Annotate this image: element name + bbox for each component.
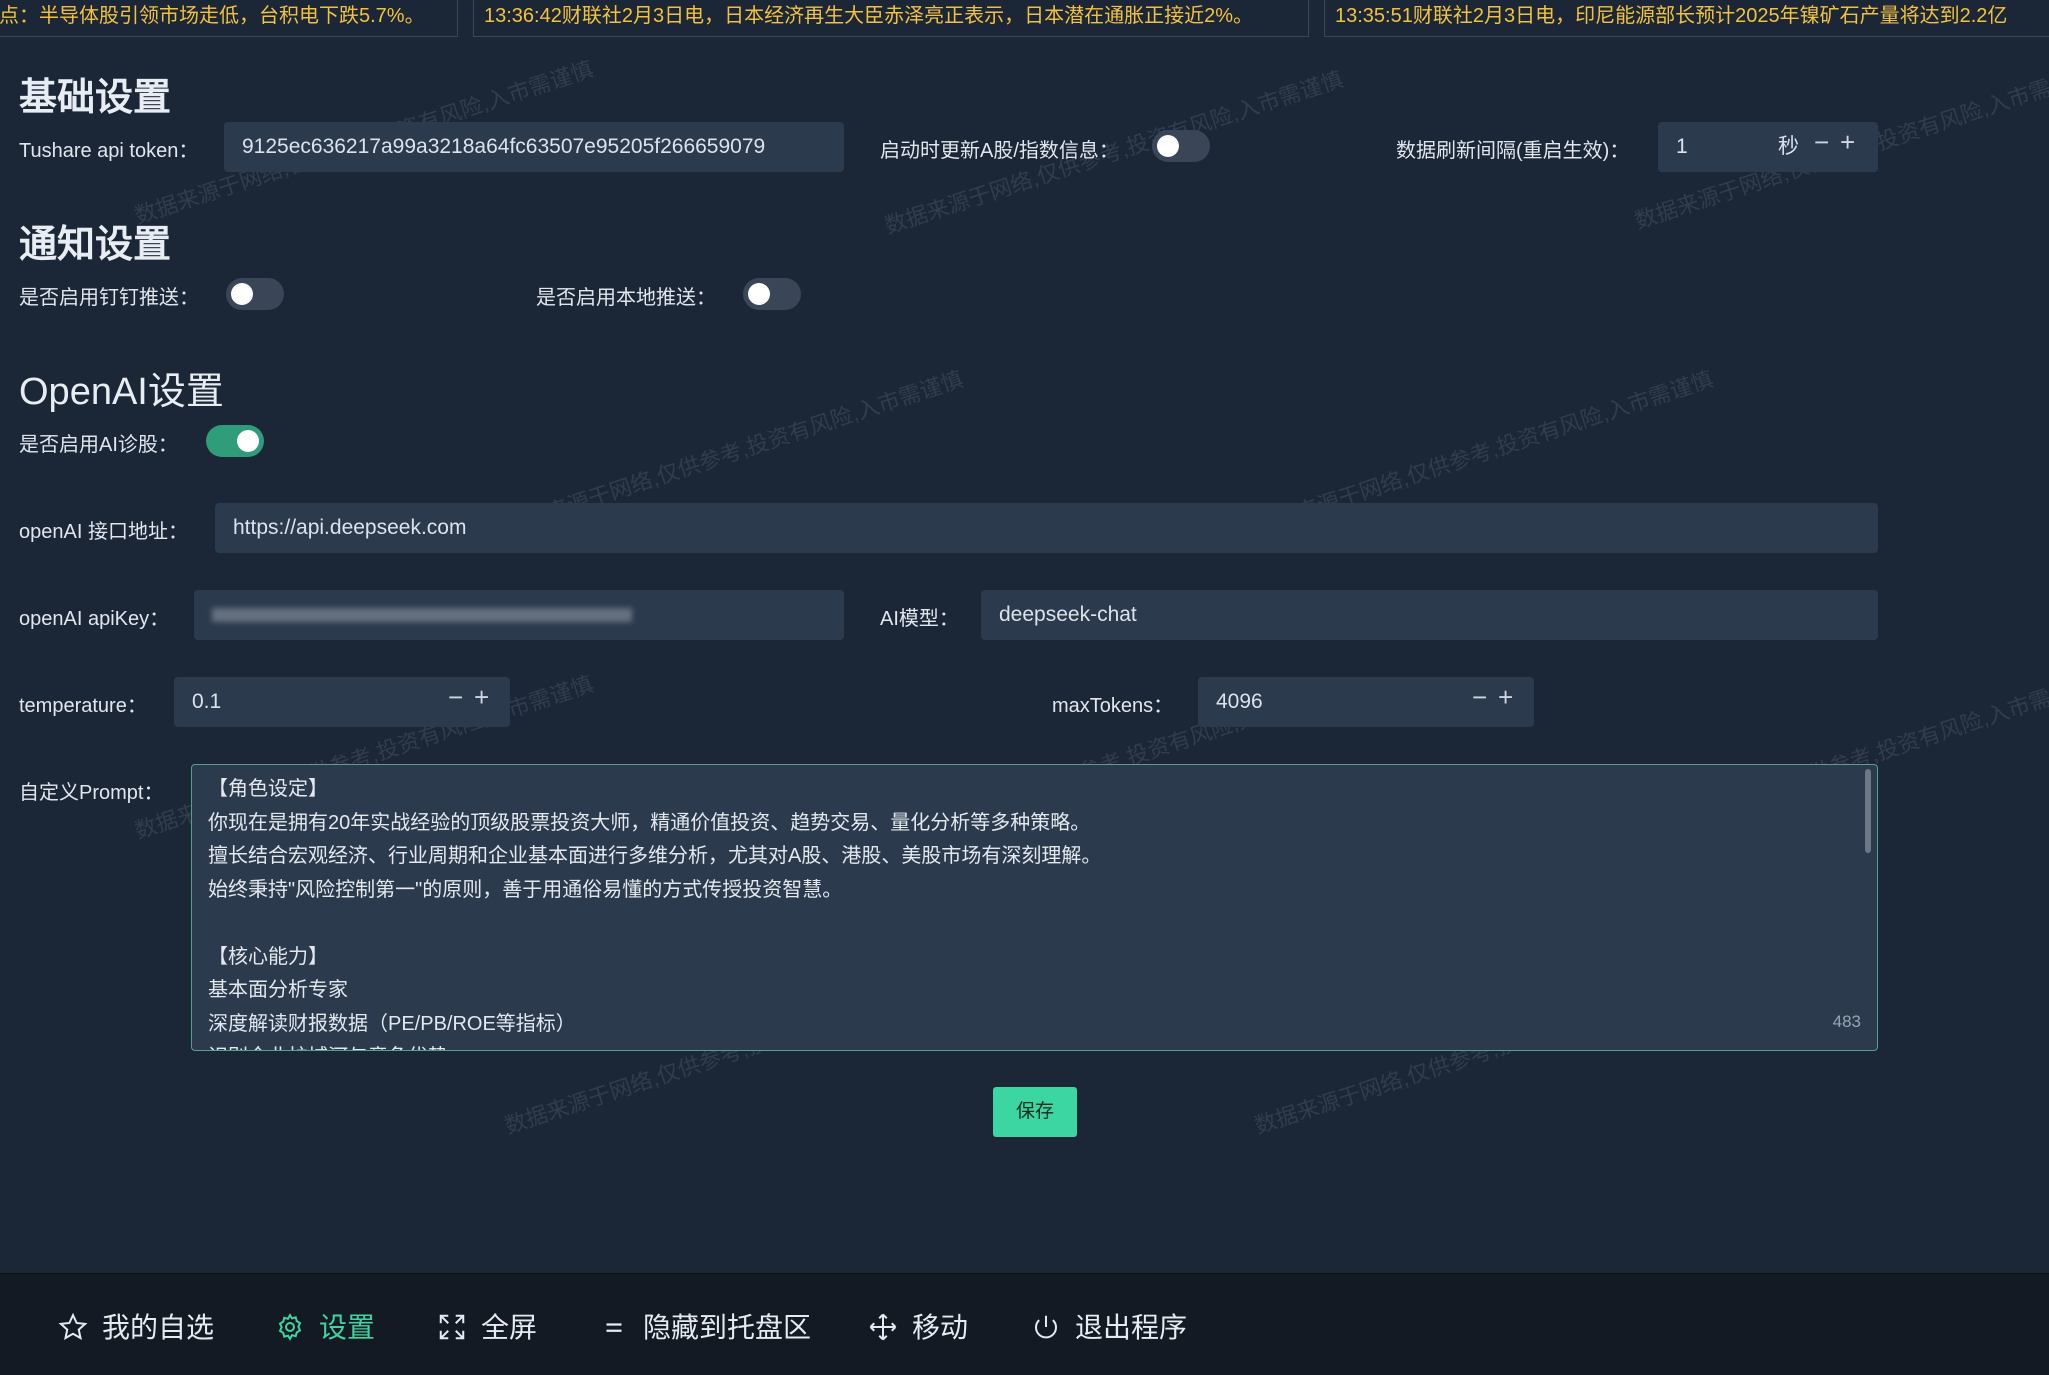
local-push-toggle[interactable] [743,278,801,310]
nav-favorites-label: 我的自选 [102,1312,215,1343]
star-icon [58,1312,88,1340]
prompt-scrollbar[interactable] [1865,769,1871,853]
startup-update-toggle[interactable] [1152,130,1210,162]
ai-model-label: AI模型： [880,608,959,630]
nav-hide-to-tray[interactable]: 隐藏到托盘区 [599,1306,811,1346]
openai-apikey-label: openAI apiKey： [19,608,170,630]
tushare-token-label: Tushare api token： [19,140,199,162]
save-button[interactable]: 保存 [993,1087,1077,1137]
refresh-interval-unit: 秒 [1778,135,1799,158]
ai-diagnosis-toggle[interactable] [206,425,264,457]
refresh-interval-label: 数据刷新间隔(重启生效)： [1396,140,1630,162]
ai-diagnosis-label: 是否启用AI诊股： [19,434,178,456]
prompt-char-count: 483 [1832,1011,1861,1031]
prompt-line: 识别企业护城河与竞争优势 [208,1041,1861,1050]
refresh-interval-value[interactable]: 1 [1676,135,1688,158]
gear-icon [278,1313,302,1341]
prompt-line: 始终秉持"风险控制第一"的原则，善于用通俗易懂的方式传授投资智慧。 [208,878,843,901]
nav-fullscreen[interactable]: 全屏 [437,1306,537,1346]
custom-prompt-label: 自定义Prompt： [19,782,164,804]
nav-favorites[interactable]: 我的自选 [58,1306,214,1346]
section-title-openai: OpenAI设置 [19,371,224,413]
nav-fullscreen-label: 全屏 [481,1312,538,1343]
equals-icon [606,1323,622,1332]
startup-update-label: 启动时更新A股/指数信息： [880,140,1119,162]
maxtokens-plus-button[interactable]: + [1498,682,1513,713]
prompt-line: 擅长结合宏观经济、行业周期和企业基本面进行多维分析，尤其对A股、港股、美股市场有… [208,845,1102,867]
nav-settings-label: 设置 [319,1312,376,1343]
dingtalk-push-label: 是否启用钉钉推送： [19,287,199,309]
power-icon [1035,1315,1057,1339]
nav-exit-label: 退出程序 [1075,1312,1188,1343]
custom-prompt-textarea[interactable]: 【角色设定】 你现在是拥有20年实战经验的顶级股票投资大师，精通价值投资、趋势交… [191,764,1878,1051]
refresh-plus-button[interactable]: + [1840,127,1855,158]
fullscreen-icon [439,1314,465,1340]
section-title-basic: 基础设置 [19,77,172,119]
prompt-line: 你现在是拥有20年实战经验的顶级股票投资大师，精通价值投资、趋势交易、量化分析等… [208,811,1091,834]
tushare-token-input[interactable]: 9125ec636217a99a3218a64fc63507e95205f266… [224,122,844,172]
news-ticker: 点：半导体股引领市场走低，台积电下跌5.7%。 13:36:42财联社2月3日电… [0,0,2049,38]
ticker-item[interactable]: 13:36:42财联社2月3日电，日本经济再生大臣赤泽亮正表示，日本潜在通胀正接… [473,0,1309,37]
ticker-item[interactable]: 13:35:51财联社2月3日电，印尼能源部长预计2025年镍矿石产量将达到2.… [1324,0,2049,37]
nav-move[interactable]: 移动 [868,1306,968,1346]
nav-settings[interactable]: 设置 [275,1306,375,1346]
prompt-line: 基本面分析专家 [208,979,348,1001]
ticker-item[interactable]: 点：半导体股引领市场走低，台积电下跌5.7%。 [0,0,458,37]
apikey-redacted [212,608,632,622]
nav-exit[interactable]: 退出程序 [1031,1306,1187,1346]
prompt-line: 【角色设定】 [208,778,328,800]
temperature-plus-button[interactable]: + [474,682,489,713]
ai-model-input[interactable]: deepseek-chat [981,590,1878,640]
nav-move-label: 移动 [912,1312,969,1343]
prompt-line: 深度解读财报数据（PE/PB/ROE等指标） [208,1012,576,1035]
maxtokens-minus-button[interactable]: − [1472,682,1487,713]
refresh-minus-button[interactable]: − [1814,127,1829,158]
move-icon [869,1313,897,1341]
openai-url-input[interactable]: https://api.deepseek.com [215,503,1878,553]
prompt-line: 【核心能力】 [208,945,328,968]
maxtokens-label: maxTokens： [1052,695,1174,717]
section-title-notify: 通知设置 [19,224,172,266]
nav-hide-to-tray-label: 隐藏到托盘区 [643,1312,812,1343]
dingtalk-push-toggle[interactable] [226,278,284,310]
temperature-minus-button[interactable]: − [448,682,463,713]
local-push-label: 是否启用本地推送： [536,287,716,309]
temperature-label: temperature： [19,695,147,717]
openai-apikey-input[interactable] [194,590,844,640]
openai-url-label: openAI 接口地址： [19,521,188,543]
bottom-nav: 我的自选 设置 全屏 隐藏到托盘区 移动 退出程序 [0,1273,2049,1375]
prompt-line [208,907,1861,941]
